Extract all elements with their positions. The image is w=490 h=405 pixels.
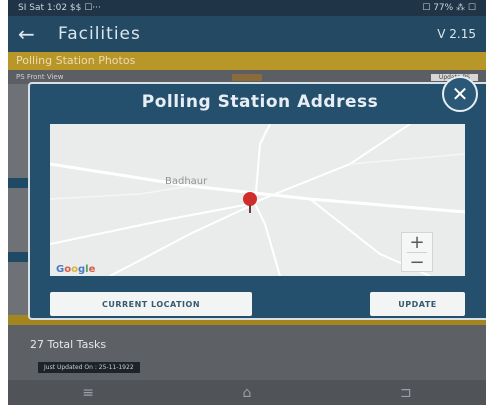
status-bar: SI Sat 1:02 $$ ☐··· ☐ 77% ⁂ ☐ (8, 0, 486, 16)
map-view[interactable]: Badhaur + − Google (50, 124, 465, 276)
photo-chip (232, 73, 263, 81)
map-place-label: Badhaur (165, 176, 208, 187)
phone-screen: SI Sat 1:02 $$ ☐··· ☐ 77% ⁂ ☐ ← Faciliti… (8, 0, 486, 405)
section-title: Polling Station Photos (8, 52, 486, 70)
status-right: ☐ 77% ⁂ ☐ (422, 3, 476, 13)
current-location-button[interactable]: CURRENT LOCATION (50, 292, 252, 316)
update-button[interactable]: UPDATE (370, 292, 465, 316)
zoom-out-button[interactable]: − (402, 253, 432, 272)
zoom-in-button[interactable]: + (402, 233, 432, 252)
last-updated-badge: Just Updated On : 25-11-1922 (38, 362, 140, 373)
system-nav-bar: ≡ ⌂ ⊐ (8, 380, 486, 405)
total-tasks-label: 27 Total Tasks (30, 338, 107, 351)
zoom-control: + − (401, 232, 433, 272)
logo-letter: G (56, 264, 65, 275)
photo-row-label: PS Front View (16, 73, 64, 81)
home-icon[interactable]: ⌂ (243, 385, 252, 401)
app-bar: ← Facilities V 2.15 (8, 16, 486, 52)
logo-letter: o (71, 264, 78, 275)
location-pin-stem (249, 205, 251, 213)
menu-icon[interactable]: ≡ (82, 385, 94, 401)
address-dialog: Polling Station Address ✕ Badhaur + − Go… (28, 76, 486, 320)
location-pin-icon (243, 192, 257, 206)
logo-letter: e (88, 264, 96, 275)
back-arrow-icon[interactable]: ← (18, 22, 58, 46)
google-logo: Google (56, 264, 95, 275)
status-left: SI Sat 1:02 $$ ☐··· (18, 3, 101, 13)
app-version: V 2.15 (437, 27, 476, 41)
dialog-title: Polling Station Address (141, 92, 379, 112)
app-title: Facilities (58, 24, 141, 44)
back-icon[interactable]: ⊐ (400, 385, 412, 401)
close-icon[interactable]: ✕ (442, 76, 478, 112)
